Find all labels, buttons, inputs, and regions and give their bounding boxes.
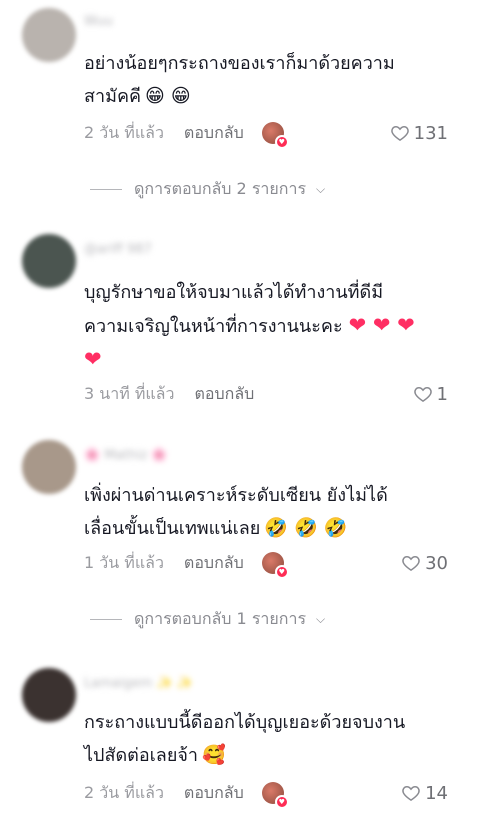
reply-button[interactable]: ตอบกลับ [194,382,254,407]
smiling-hearts-emoji: 🥰 [202,744,226,766]
view-replies-button[interactable]: ดูการตอบกลับ 2 รายการ ⌵ [90,177,325,201]
reply-button[interactable]: ตอบกลับ [184,781,244,806]
comment-username[interactable]: Lamaigem ✨ ✨ [84,676,193,694]
view-replies-button[interactable]: ดูการตอบกลับ 1 รายการ ⌵ [90,607,325,631]
comment-text: บุญรักษาขอให้จบมาแล้วได้ทำงานที่ดีมี ควา… [84,282,415,371]
creator-heart-icon: ♥ [274,135,289,149]
comment-meta: 2 วัน ที่แล้ว ตอบกลับ ♥ [84,781,289,809]
rofl-emoji: 🤣 🤣 🤣 [264,517,348,539]
red-heart-emoji: ❤ ❤ ❤ [348,313,415,337]
creator-liked-avatar: ♥ [261,782,289,809]
comment-time: 2 วัน ที่แล้ว [84,122,164,142]
comment-text: กระถางแบบนี้ดีออกได้บุญเยอะด้วยจบงาน ไปส… [84,712,406,766]
comment-time: 1 วัน ที่แล้ว [84,552,164,572]
avatar[interactable] [22,440,76,494]
reply-button[interactable]: ตอบกลับ [184,551,244,576]
comment-time: 2 วัน ที่แล้ว [84,782,164,802]
chevron-down-icon: ⌵ [316,181,326,196]
like-button[interactable]: 30 [401,551,448,575]
like-count: 131 [413,122,448,144]
creator-heart-icon: ♥ [274,795,289,809]
chevron-down-icon: ⌵ [316,611,326,626]
comment-text: เพิ่งผ่านด่านเคราะห์ระดับเซียน ยังไม่ได้… [84,485,388,539]
like-count: 14 [425,782,448,804]
like-button[interactable]: 1 [413,382,448,406]
red-heart-emoji: ❤ [84,347,102,371]
view-replies-label: ดูการตอบกลับ 2 รายการ [134,178,307,198]
comment-username[interactable]: 🌸 Mathiz 🌸 [84,448,168,466]
comment-username[interactable]: Wuu [84,14,113,32]
divider [90,618,122,620]
grin-emoji: 😁 😁 [145,85,191,107]
reply-button[interactable]: ตอบกลับ [184,121,244,146]
creator-heart-icon: ♥ [274,565,289,579]
comment-meta: 3 นาที ที่แล้ว ตอบกลับ [84,382,254,406]
divider [90,188,122,190]
heart-outline-icon [413,386,432,402]
avatar[interactable] [22,8,76,62]
view-replies-label: ดูการตอบกลับ 1 รายการ [134,608,307,628]
heart-outline-icon [402,555,420,571]
heart-outline-icon [390,125,409,141]
avatar[interactable] [22,234,76,288]
like-count: 1 [436,383,448,405]
comment-text: อย่างน้อยๆกระถางของเราก็มาด้วยความ สามัค… [84,53,395,107]
comment-meta: 2 วัน ที่แล้ว ตอบกลับ ♥ [84,121,289,149]
avatar[interactable] [22,668,76,722]
comment-time: 3 นาที ที่แล้ว [84,383,175,403]
heart-outline-icon [402,785,420,801]
like-button[interactable]: 14 [401,781,448,805]
comment-username[interactable]: @ariff 987 [84,242,152,260]
like-count: 30 [425,552,448,574]
comment-meta: 1 วัน ที่แล้ว ตอบกลับ ♥ [84,551,289,579]
creator-liked-avatar: ♥ [261,552,289,579]
creator-liked-avatar: ♥ [261,122,289,149]
like-button[interactable]: 131 [390,121,448,145]
